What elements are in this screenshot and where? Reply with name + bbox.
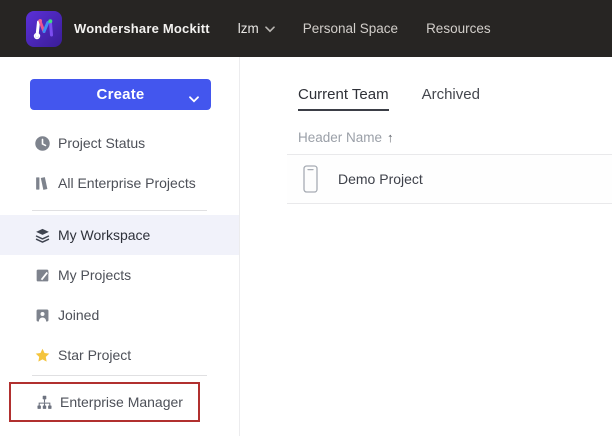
books-icon xyxy=(34,175,51,192)
user-menu[interactable]: lzm xyxy=(238,21,275,36)
project-name: Demo Project xyxy=(338,171,423,187)
team-tabs: Current Team Archived xyxy=(298,86,612,111)
sidebar-item-label: Enterprise Manager xyxy=(60,394,183,410)
sidebar-item-label: My Workspace xyxy=(58,227,150,243)
chevron-down-icon[interactable] xyxy=(189,91,199,106)
create-button-label: Create xyxy=(30,79,211,110)
chevron-down-icon xyxy=(265,21,275,36)
member-card-icon xyxy=(34,307,51,324)
nav-personal-space[interactable]: Personal Space xyxy=(303,21,398,36)
sidebar-item-label: My Projects xyxy=(58,267,131,283)
sidebar-nav: Project Status All Enterprise Projects M… xyxy=(0,123,239,422)
sidebar-item-joined[interactable]: Joined xyxy=(0,295,239,335)
sidebar-item-star-project[interactable]: Star Project xyxy=(0,335,239,375)
annotation-highlight-box: Enterprise Manager xyxy=(9,382,200,422)
sidebar-item-label: Joined xyxy=(58,307,99,323)
divider xyxy=(32,210,207,211)
tab-archived[interactable]: Archived xyxy=(422,86,480,111)
top-navigation-bar: Wondershare Mockitt lzm Personal Space R… xyxy=(0,0,612,57)
sidebar-item-label: All Enterprise Projects xyxy=(58,175,196,191)
sidebar-item-enterprise-manager[interactable]: Enterprise Manager xyxy=(11,384,198,420)
star-icon xyxy=(34,347,51,364)
divider xyxy=(32,375,207,376)
sidebar-item-my-projects[interactable]: My Projects xyxy=(0,255,239,295)
sidebar-item-all-enterprise-projects[interactable]: All Enterprise Projects xyxy=(0,163,239,203)
sort-ascending-icon[interactable]: ↑ xyxy=(387,130,394,145)
phone-project-icon xyxy=(303,165,318,193)
edit-document-icon xyxy=(34,267,51,284)
create-button[interactable]: Create xyxy=(30,79,211,110)
tab-current-team[interactable]: Current Team xyxy=(298,86,389,111)
project-table: Demo Project xyxy=(287,154,612,204)
sitemap-icon xyxy=(36,394,53,411)
mockitt-m-logo-icon xyxy=(26,11,62,47)
sidebar-item-label: Star Project xyxy=(58,347,131,363)
table-row-demo-project[interactable]: Demo Project xyxy=(287,154,612,204)
nav-resources[interactable]: Resources xyxy=(426,21,491,36)
sidebar-item-project-status[interactable]: Project Status xyxy=(0,123,239,163)
table-sort-header[interactable]: Header Name ↑ xyxy=(298,130,612,145)
brand-title: Wondershare Mockitt xyxy=(74,21,210,36)
sidebar: Create Project Status All Enterprise Pro… xyxy=(0,57,240,436)
sidebar-item-label: Project Status xyxy=(58,135,145,151)
sidebar-item-my-workspace[interactable]: My Workspace xyxy=(0,215,239,255)
user-name: lzm xyxy=(238,21,259,36)
table-header-label: Header Name xyxy=(298,130,382,145)
layers-icon xyxy=(34,227,51,244)
clock-icon xyxy=(34,135,51,152)
mockitt-app-window: Wondershare Mockitt lzm Personal Space R… xyxy=(0,0,612,436)
main-content: Current Team Archived Header Name ↑ Demo… xyxy=(241,57,612,436)
